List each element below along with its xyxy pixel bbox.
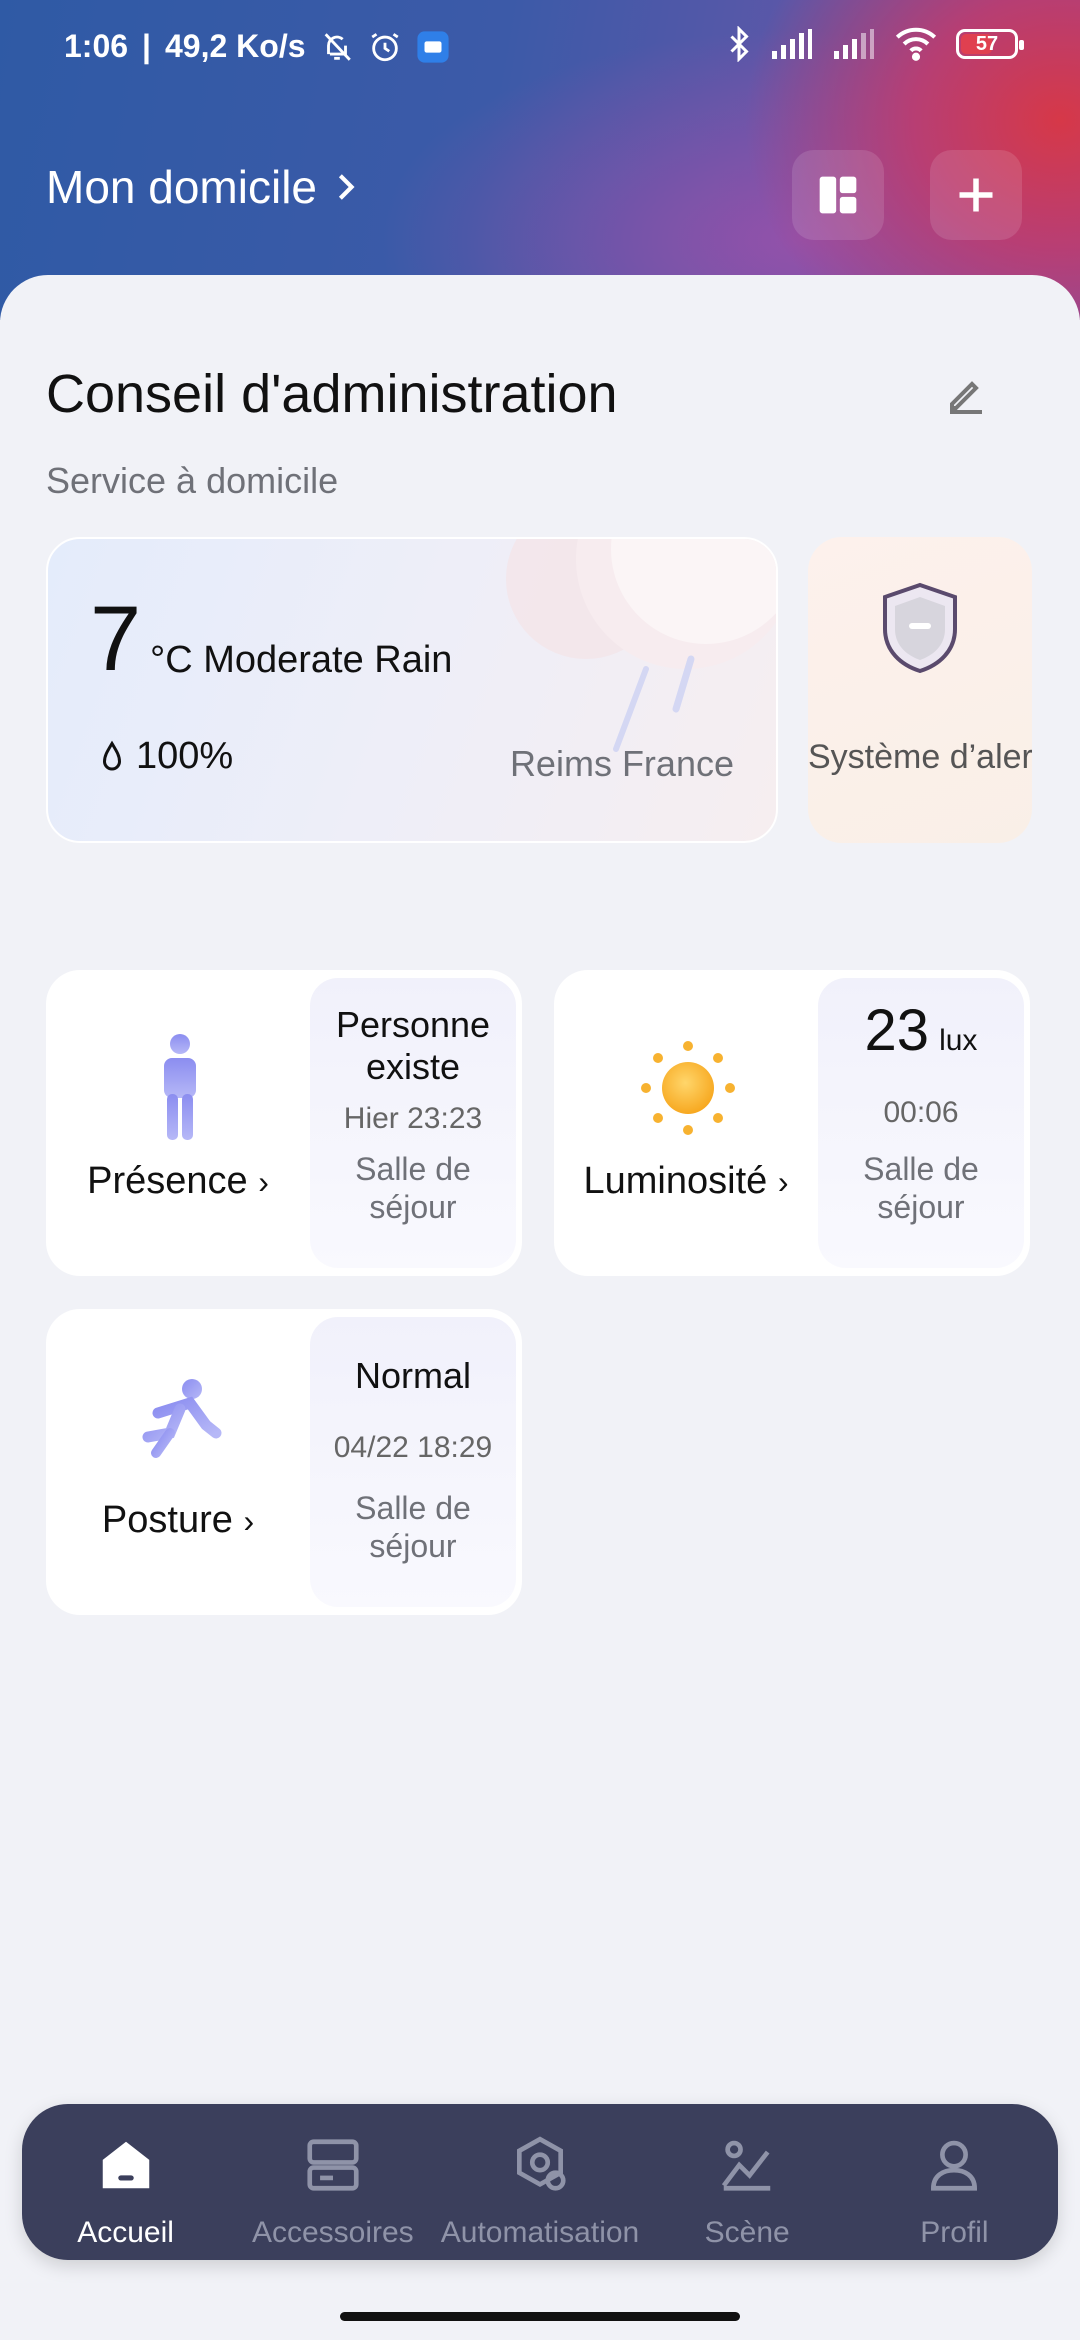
nav-automatisation[interactable]: Automatisation bbox=[436, 2104, 643, 2260]
wifi-icon bbox=[895, 27, 937, 61]
chevron-right-icon: › bbox=[243, 1503, 255, 1539]
signal-2-icon bbox=[834, 29, 874, 59]
posture-time: 04/22 18:29 bbox=[333, 1431, 493, 1464]
rain-cloud-icon bbox=[506, 539, 776, 752]
presence-room: Salle de séjour bbox=[355, 1151, 471, 1225]
signal-icon bbox=[772, 29, 812, 59]
home-icon bbox=[102, 2141, 149, 2189]
board-title: Conseil d'administration bbox=[46, 364, 618, 424]
status-separator: | bbox=[142, 28, 151, 64]
alert-system-card[interactable]: Système d’alerte désa… bbox=[808, 537, 1032, 843]
luminosity-time: 00:06 bbox=[883, 1096, 959, 1129]
status-bar: 1:06 | 49,2 Ko/s 57 bbox=[0, 0, 1080, 100]
app-notification-icon bbox=[416, 30, 449, 63]
status-time: 1:06 bbox=[64, 28, 129, 64]
board-subtitle: Service à domicile bbox=[46, 460, 339, 501]
nav-scene[interactable]: Scène bbox=[644, 2104, 851, 2260]
alarm-icon bbox=[370, 32, 399, 61]
home-name: Mon domicile bbox=[46, 161, 317, 213]
posture-room: Salle de séjour bbox=[355, 1490, 471, 1564]
nav-label-profil: Profil bbox=[920, 2216, 989, 2249]
automation-icon bbox=[517, 2136, 566, 2191]
presence-status: Personne existe bbox=[335, 1004, 491, 1087]
chevron-right-icon bbox=[338, 174, 355, 200]
accessories-icon bbox=[307, 2139, 359, 2191]
main-sheet: Conseil d'administration Service à domic… bbox=[0, 275, 1080, 2340]
posture-status: Normal bbox=[354, 1355, 471, 1396]
bottom-nav: Accueil Accessoires Automatisation Scène… bbox=[22, 2104, 1058, 2260]
person-icon bbox=[164, 1034, 196, 1140]
layout-button[interactable] bbox=[792, 150, 884, 240]
edit-icon[interactable] bbox=[942, 370, 990, 418]
chevron-right-icon: › bbox=[777, 1164, 789, 1200]
add-button[interactable] bbox=[930, 150, 1022, 240]
presence-name: Présence bbox=[87, 1160, 248, 1202]
shield-icon bbox=[883, 582, 957, 673]
status-left: 1:06 | 49,2 Ko/s bbox=[64, 28, 450, 65]
home-selector[interactable]: Mon domicile bbox=[46, 160, 357, 214]
weather-description: °C Moderate Rain bbox=[150, 639, 453, 681]
fall-posture-icon bbox=[142, 1379, 222, 1458]
posture-name: Posture bbox=[101, 1499, 233, 1541]
nav-label-accessoires: Accessoires bbox=[251, 2216, 414, 2249]
luminosity-name: Luminosité bbox=[583, 1160, 768, 1202]
battery-indicator: 57 bbox=[956, 29, 1024, 59]
alert-system-label: Système d’alerte désa… bbox=[808, 738, 1032, 776]
humidity-value: 100% bbox=[136, 735, 234, 777]
luminosity-sensor-card[interactable]: Luminosité › 23 lux 00:06 Salle de séjou… bbox=[554, 970, 1030, 1276]
posture-label: Posture › bbox=[46, 1499, 310, 1542]
status-right: 57 bbox=[726, 26, 1024, 62]
lux-unit: lux bbox=[939, 1024, 978, 1057]
dashboard-layout-icon bbox=[819, 176, 857, 214]
lux-number: 23 bbox=[864, 998, 930, 1063]
nav-label-automatisation: Automatisation bbox=[440, 2216, 640, 2249]
luminosity-room: Salle de séjour bbox=[863, 1151, 979, 1225]
nav-label-scene: Scène bbox=[704, 2216, 790, 2249]
profile-icon bbox=[931, 2140, 978, 2191]
scene-icon bbox=[722, 2140, 771, 2191]
sun-icon bbox=[641, 1041, 735, 1135]
presence-label: Présence › bbox=[46, 1160, 310, 1203]
weather-location: Reims France bbox=[509, 743, 734, 784]
weather-card[interactable]: 7 °C Moderate Rain 100% Reims France bbox=[46, 537, 778, 843]
battery-level: 57 bbox=[975, 32, 999, 55]
luminosity-label: Luminosité › bbox=[554, 1160, 818, 1203]
bluetooth-icon bbox=[730, 26, 749, 62]
chevron-right-icon: › bbox=[258, 1164, 269, 1200]
bell-off-icon bbox=[324, 32, 351, 61]
weather-humidity: 100% bbox=[100, 735, 233, 778]
weather-temperature: 7 bbox=[90, 588, 142, 690]
luminosity-value: 23 lux bbox=[818, 1002, 1024, 1062]
presence-sensor-card[interactable]: Présence › Personne existe Hier 23:23 Sa… bbox=[46, 970, 522, 1276]
presence-time: Hier 23:23 bbox=[343, 1102, 483, 1135]
nav-profil[interactable]: Profil bbox=[851, 2104, 1058, 2260]
nav-accessoires[interactable]: Accessoires bbox=[229, 2104, 436, 2260]
nav-accueil[interactable]: Accueil bbox=[22, 2104, 229, 2260]
status-network-speed: 49,2 Ko/s bbox=[165, 28, 306, 64]
plus-icon bbox=[959, 178, 993, 212]
humidity-drop-icon bbox=[102, 740, 122, 770]
nav-label-accueil: Accueil bbox=[77, 2216, 174, 2249]
home-indicator bbox=[340, 2312, 740, 2321]
posture-sensor-card[interactable]: Posture › Normal 04/22 18:29 Salle de sé… bbox=[46, 1309, 522, 1615]
